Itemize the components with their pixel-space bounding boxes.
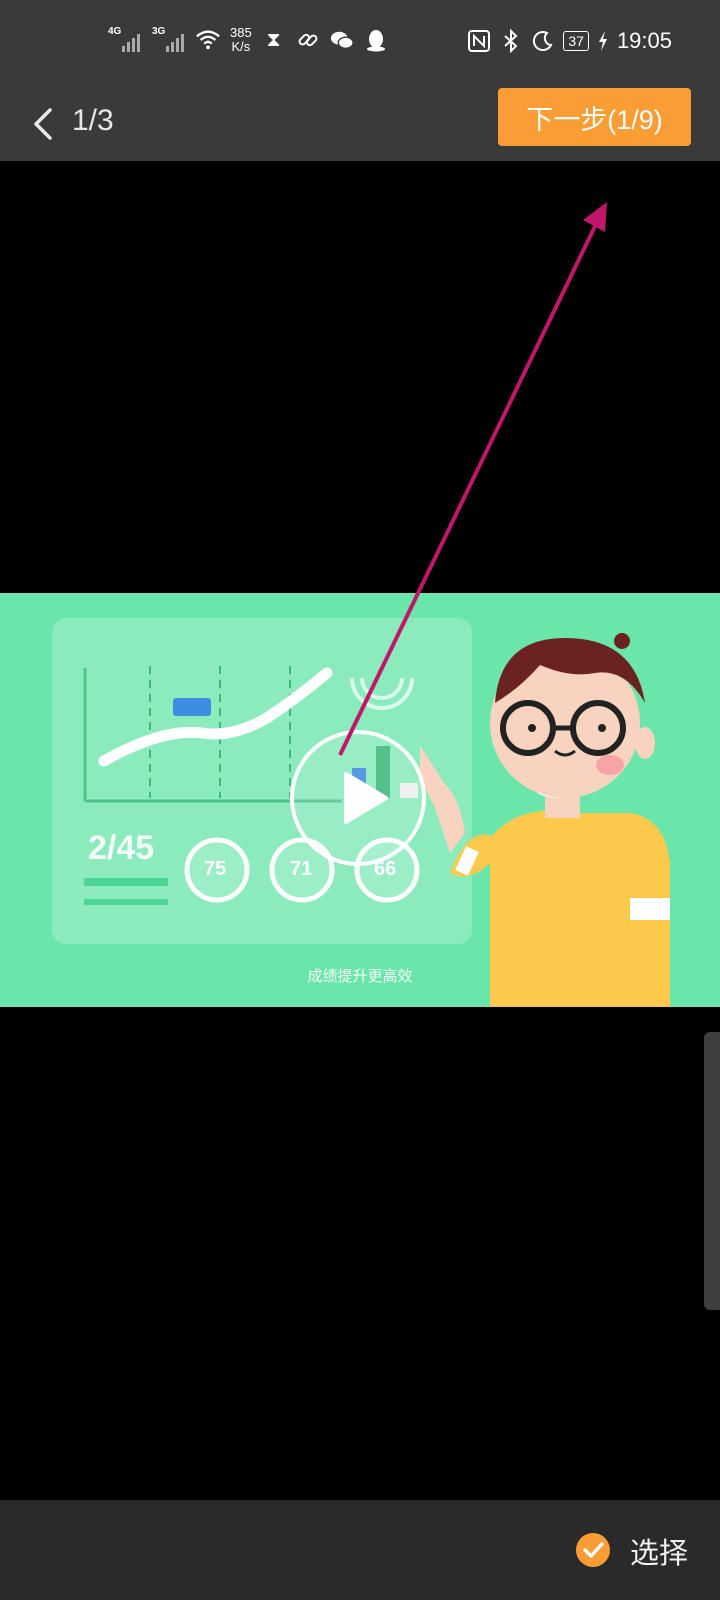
bluetooth-icon — [499, 29, 523, 53]
signal-3g-icon: 3G — [152, 26, 186, 52]
bottom-bar: 选择 — [0, 1500, 720, 1600]
score-text: 2/45 — [88, 829, 155, 867]
nfc-icon — [467, 29, 491, 53]
select-label[interactable]: 选择 — [630, 1530, 688, 1572]
back-arrow-icon[interactable] — [24, 102, 68, 146]
sim2-label: 3G — [152, 26, 166, 37]
net-speed-value: 385 — [230, 25, 252, 40]
video-caption: 成绩提升更高效 — [307, 968, 413, 985]
status-right: 37 19:05 — [467, 28, 672, 54]
sim1-label: 4G — [108, 26, 122, 37]
wechat-icon — [330, 28, 354, 52]
status-left: 4G 3G 385 K/s ⧗ — [108, 26, 388, 54]
select-checkbox[interactable] — [576, 1533, 610, 1567]
clock: 19:05 — [616, 28, 672, 53]
net-speed-unit: K/s — [231, 39, 251, 54]
hourglass-icon: ⧗ — [266, 28, 281, 51]
moon-icon — [531, 29, 555, 53]
side-scroll-handle[interactable] — [704, 1032, 720, 1310]
charging-icon — [597, 29, 609, 53]
signal-4g-icon: 4G — [108, 26, 142, 52]
play-icon — [344, 772, 388, 824]
checkmark-icon — [583, 1542, 604, 1558]
net-speed: 385 K/s — [230, 26, 252, 54]
video-thumbnail[interactable]: 75 71 66 2/45 成绩提升更高效 — [0, 593, 720, 1007]
page-counter: 1/3 — [72, 104, 114, 137]
link-icon — [296, 28, 320, 52]
wifi-icon — [196, 28, 220, 52]
battery-icon: 37 — [563, 31, 589, 51]
play-button[interactable] — [290, 730, 426, 866]
status-bar: 4G 3G 385 K/s ⧗ 37 19:05 — [0, 0, 720, 90]
boy-character-illustration — [420, 633, 670, 1007]
top-nav-bar: 1/3 下一步(1/9) — [0, 88, 720, 161]
qq-icon — [364, 28, 388, 52]
gauge-value-1: 75 — [204, 858, 227, 880]
next-step-button[interactable]: 下一步(1/9) — [498, 88, 691, 146]
